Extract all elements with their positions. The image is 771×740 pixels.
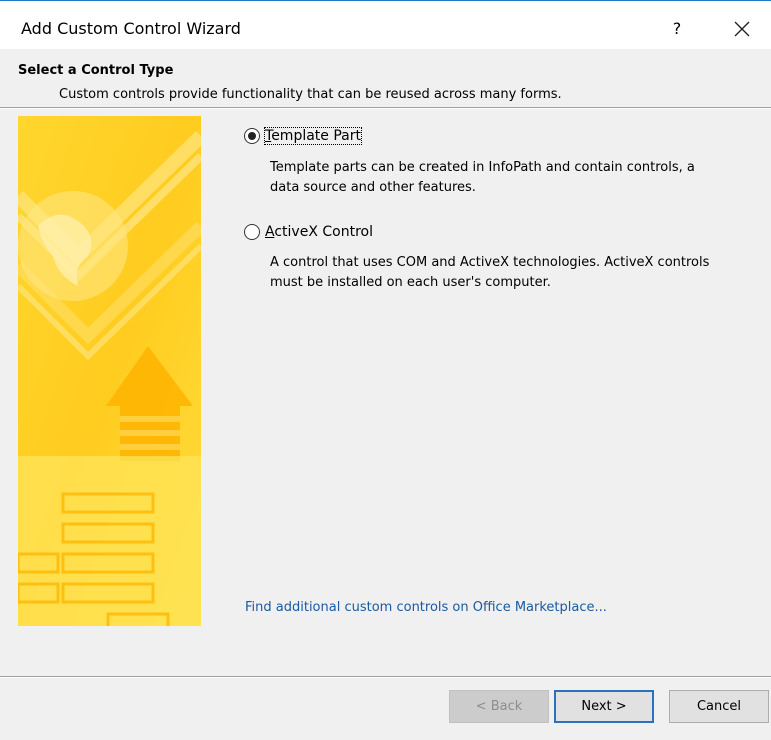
title-bar: Add Custom Control Wizard ? [0,1,771,49]
template-part-description: Template parts can be created in InfoPat… [270,158,740,198]
back-button[interactable]: < Back [449,690,549,723]
cancel-button[interactable]: Cancel [669,690,769,723]
wizard-banner-image [18,116,201,626]
template-part-description-line-2: data source and other features. [270,180,476,195]
activex-control-description-line-1: A control that uses COM and ActiveX tech… [270,255,710,270]
template-part-radio[interactable] [244,128,260,144]
header-divider-highlight [0,108,771,109]
activex-control-label: ActiveX Control [265,224,373,240]
template-part-label-rest: emplate Part [271,128,361,144]
next-button[interactable]: Next > [554,690,654,723]
option-template-part[interactable]: Template Part [244,127,362,145]
activex-control-radio[interactable] [244,224,260,240]
wizard-header: Select a Control Type Custom controls pr… [0,49,771,108]
option-activex-control[interactable]: ActiveX Control [244,224,373,240]
footer-divider-highlight [0,677,771,678]
window-title: Add Custom Control Wizard [21,19,241,38]
activex-control-description-line-2: must be installed on each user's compute… [270,275,551,290]
page-subheading: Custom controls provide functionality th… [59,87,562,102]
template-part-label: Template Part [264,127,362,145]
template-part-description-line-1: Template parts can be created in InfoPat… [270,160,695,175]
help-button[interactable]: ? [662,15,692,43]
activex-control-description: A control that uses COM and ActiveX tech… [270,253,740,293]
office-marketplace-link[interactable]: Find additional custom controls on Offic… [245,600,607,615]
page-heading: Select a Control Type [18,63,174,78]
close-icon [734,21,750,37]
close-button[interactable] [724,11,760,47]
activex-control-label-rest: ctiveX Control [274,224,373,240]
